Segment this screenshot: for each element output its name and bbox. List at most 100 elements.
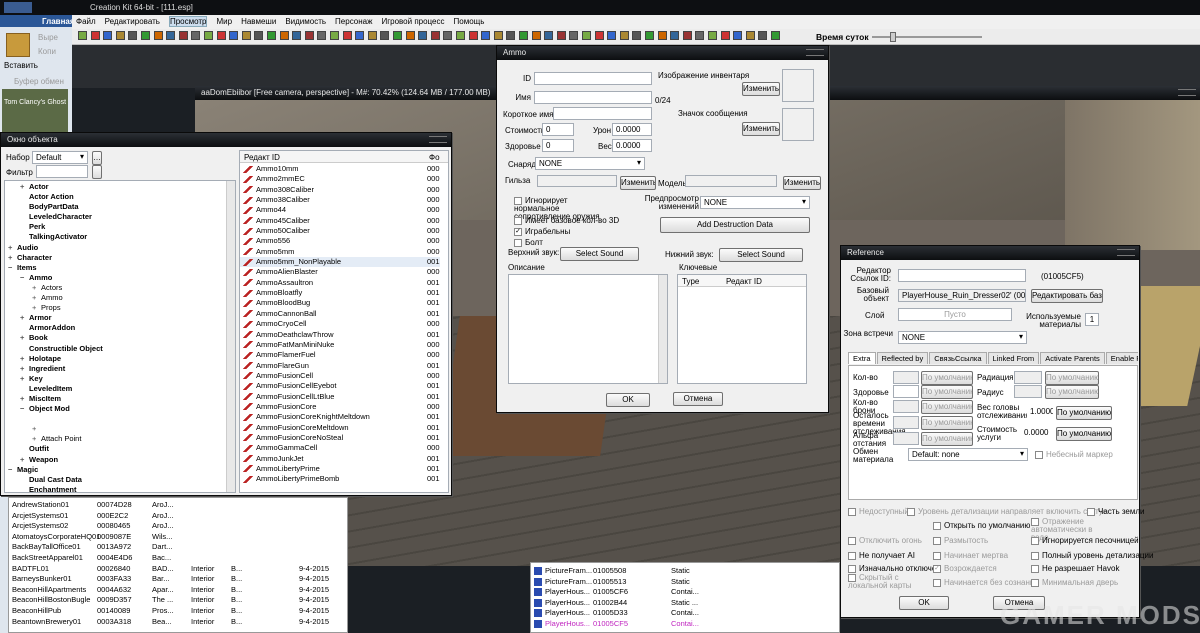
list-item[interactable]: AmmoJunkJet 001 — [240, 454, 440, 464]
list-item[interactable]: AmmoBloodBug 001 — [240, 298, 440, 308]
toolbar-tool-icon[interactable] — [90, 31, 100, 40]
armor-count-default-button[interactable]: По умолчанию — [921, 400, 973, 414]
list-item[interactable]: AmmoFusionCoreMeltdown 001 — [240, 423, 440, 433]
list-item[interactable]: AmmoCryoCell 000 — [240, 319, 440, 329]
list-item[interactable]: AmmoFusionCellEyebot 001 — [240, 381, 440, 391]
tree-expander-icon[interactable]: + — [20, 364, 29, 374]
tracking-left-default-button[interactable]: По умолчанию — [921, 416, 973, 430]
table-row[interactable]: BeantownBrewery01 0003A318 Bea... Interior B… — [9, 617, 347, 628]
head-weight-default-button[interactable]: По умолчанию — [1056, 406, 1112, 420]
toolbar-tool-icon[interactable] — [128, 31, 138, 40]
tree-node[interactable]: + Book — [5, 333, 235, 343]
list-item[interactable]: AmmoBloatfly 001 — [240, 288, 440, 298]
toolbar-tool-icon[interactable] — [456, 31, 465, 40]
menu-1[interactable]: Редактировать — [105, 17, 160, 26]
toolbar-tool-icon[interactable] — [682, 31, 692, 40]
toolbar-tool-icon[interactable] — [330, 31, 339, 40]
toolbar-tool-icon[interactable] — [556, 31, 566, 40]
list-item[interactable]: AmmoCannonBall 001 — [240, 309, 440, 319]
cancel-button[interactable]: Отмена — [673, 392, 723, 406]
table-row[interactable]: PictureFram... 01005513 Static — [531, 577, 839, 588]
tree-node[interactable]: Outfit — [5, 444, 235, 454]
col-form-id[interactable]: Фо — [429, 153, 440, 162]
toolbar-tool-icon[interactable] — [78, 31, 87, 40]
model-change-button[interactable]: Изменить — [783, 176, 821, 190]
disable-fire-checkbox[interactable]: Отключить огонь — [848, 536, 922, 545]
list-item[interactable]: AmmoFusionCellLtBlue 001 — [240, 392, 440, 402]
list-item[interactable]: Ammo50Caliber 000 — [240, 226, 440, 236]
tree-node[interactable]: + Weapon — [5, 455, 235, 465]
tree-node[interactable]: LeveledCharacter — [5, 212, 235, 222]
tree-node[interactable]: Constructible Object — [5, 344, 235, 354]
no-havok-checkbox[interactable]: Не разрешает Havok — [1031, 564, 1119, 573]
menu-4[interactable]: Навмеши — [241, 17, 276, 26]
list-item[interactable]: Ammo38Caliber 000 — [240, 195, 440, 205]
tree-node[interactable]: BodyPartData — [5, 202, 235, 212]
toolbar-tool-icon[interactable] — [430, 31, 440, 40]
tree-node[interactable]: − Items — [5, 263, 235, 273]
tree-node[interactable] — [5, 414, 235, 424]
list-item[interactable]: Ammo5mm_NonPlayable 001 — [240, 257, 440, 268]
toolbar-tool-icon[interactable] — [115, 31, 125, 40]
radius-default-button[interactable]: По умолчанию — [1045, 385, 1099, 399]
casing-change-button[interactable]: Изменить — [620, 176, 656, 190]
toolbar-tool-icon[interactable] — [141, 31, 150, 40]
default-open-checkbox[interactable]: Открыть по умолчанию — [933, 521, 1030, 530]
no-ai-checkbox[interactable]: Не получает AI — [848, 551, 915, 560]
tree-node[interactable]: + Armor — [5, 313, 235, 323]
weight-input[interactable]: 0.0000 — [612, 139, 652, 152]
list-item[interactable]: AmmoFusionCell 000 — [240, 371, 440, 381]
list-item[interactable]: AmmoAlienBlaster 000 — [240, 267, 440, 277]
damage-input[interactable]: 0.0000 — [612, 123, 652, 136]
projectile-select[interactable]: NONE — [535, 157, 645, 170]
tree-node[interactable]: − Object Mod — [5, 404, 235, 414]
radiation-default-button[interactable]: По умолчанию — [1045, 371, 1099, 385]
tree-expander-icon[interactable]: + — [20, 394, 29, 404]
toolbar-tool-icon[interactable] — [745, 31, 755, 40]
toolbar-tool-icon[interactable] — [267, 31, 276, 40]
list-item[interactable]: AmmoDeathclawThrow 001 — [240, 330, 440, 340]
tree-expander-icon[interactable]: + — [8, 253, 17, 263]
service-cost-default-button[interactable]: По умолчанию — [1056, 427, 1112, 441]
toolbar-tool-icon[interactable] — [582, 31, 591, 40]
tree-node[interactable]: + MiscItem — [5, 394, 235, 404]
list-item[interactable]: Ammo44 000 — [240, 205, 440, 215]
tree-expander-icon[interactable]: + — [20, 354, 29, 364]
table-row[interactable]: BADTFL01 00026840 BAD... Interior B... 9-4-20… — [9, 564, 347, 575]
time-of-day-slider[interactable] — [872, 32, 982, 42]
tree-expander-icon[interactable]: + — [20, 182, 29, 192]
filter-options-button[interactable] — [92, 165, 102, 179]
tree-expander-icon[interactable]: + — [32, 303, 41, 313]
toolbar-tool-icon[interactable] — [254, 31, 264, 40]
tree-node[interactable]: ArmorAddon — [5, 323, 235, 333]
time-of-day-thumb[interactable] — [890, 32, 896, 42]
tree-expander-icon[interactable]: + — [20, 313, 29, 323]
table-row[interactable]: BeaconHillPub 00140089 Pros... Interior B...… — [9, 606, 347, 617]
toolbar-tool-icon[interactable] — [544, 31, 554, 40]
toolbar-tool-icon[interactable] — [355, 31, 365, 40]
tree-node[interactable]: + Audio — [5, 243, 235, 253]
sky-marker-checkbox[interactable]: Небесный маркер — [1035, 450, 1113, 459]
kw-col-type[interactable]: Type — [682, 277, 699, 286]
kw-col-editor-id[interactable]: Редакт ID — [726, 277, 762, 286]
tree-expander-icon[interactable]: − — [8, 263, 17, 273]
id-input[interactable] — [534, 72, 652, 85]
toolbar-tool-icon[interactable] — [594, 31, 604, 40]
tree-scrollbar[interactable] — [226, 181, 235, 492]
ignored-sandbox-checkbox[interactable]: Игнорируется песочницей — [1031, 536, 1139, 545]
tree-expander-icon[interactable]: − — [20, 404, 29, 414]
list-item[interactable]: Ammo10mm 000 — [240, 164, 440, 174]
table-row[interactable]: BeaconHillBostonBugle 0009D357 The ... Inte… — [9, 595, 347, 606]
toolbar-tool-icon[interactable] — [619, 31, 629, 40]
toolbar-tool-icon[interactable] — [771, 31, 780, 40]
toolbar-tool-icon[interactable] — [720, 31, 730, 40]
object-list[interactable]: Редакт ID Фо Ammo10mm 000 Ammo2mmEC 000 Ammo… — [239, 150, 449, 493]
paste-icon[interactable] — [6, 33, 30, 57]
upper-sound-button[interactable]: Select Sound — [560, 247, 639, 261]
tree-node[interactable]: Actor Action — [5, 192, 235, 202]
toolbar-tool-icon[interactable] — [103, 31, 113, 40]
toolbar-tool-icon[interactable] — [279, 31, 289, 40]
short-name-input[interactable] — [553, 107, 652, 120]
ok-button[interactable]: OK — [606, 393, 650, 407]
armor-count-input[interactable] — [893, 400, 919, 413]
